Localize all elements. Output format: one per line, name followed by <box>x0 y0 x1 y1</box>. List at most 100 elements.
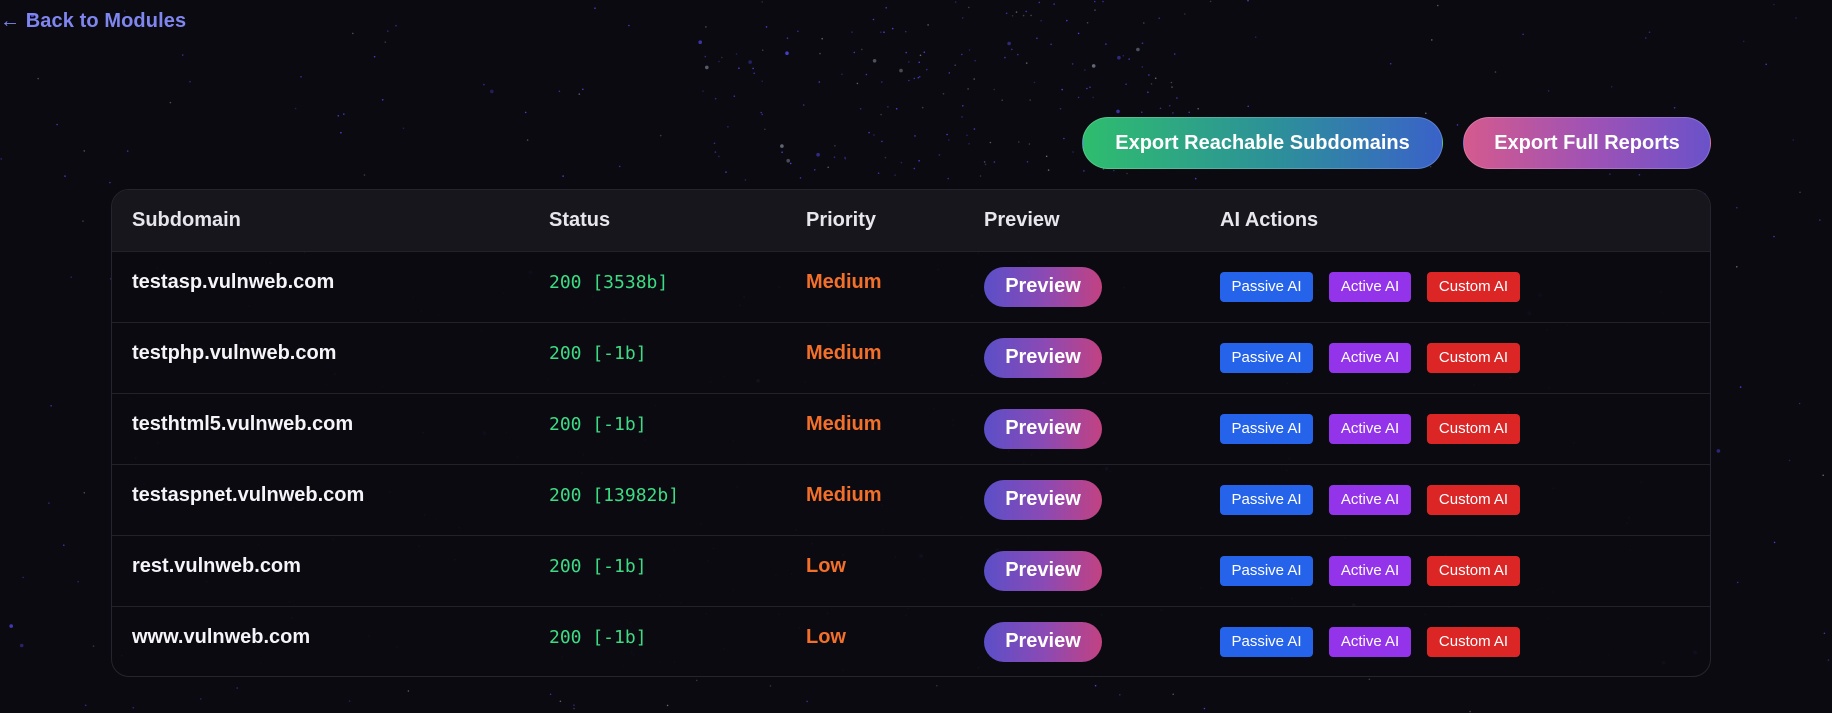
preview-button[interactable]: Preview <box>984 621 1102 662</box>
star-dot <box>704 55 707 58</box>
star-dot <box>859 108 862 110</box>
star-dot <box>70 276 72 279</box>
subdomain-name: testasp.vulnweb.com <box>132 271 335 293</box>
star-dot <box>1084 69 1086 71</box>
star-dot <box>814 169 816 171</box>
preview-button[interactable]: Preview <box>984 408 1102 449</box>
star-dot <box>881 81 883 83</box>
passive-ai-button[interactable]: Passive AI <box>1220 626 1313 657</box>
active-ai-button[interactable]: Active AI <box>1329 342 1411 373</box>
star-dot <box>56 123 58 126</box>
star-dot <box>1739 386 1742 388</box>
star-dot <box>77 580 79 583</box>
back-to-modules-link[interactable]: ← Back to Modules <box>0 10 186 33</box>
subdomain-table: Subdomain Status Priority Preview AI Act… <box>112 190 1710 676</box>
custom-ai-button[interactable]: Custom AI <box>1427 484 1520 515</box>
preview-button[interactable]: Preview <box>984 479 1102 520</box>
star-dot <box>908 79 910 82</box>
star-dot <box>1522 33 1524 36</box>
preview-button[interactable]: Preview <box>984 266 1102 307</box>
active-ai-button[interactable]: Active AI <box>1329 555 1411 586</box>
star-dot <box>22 576 24 579</box>
custom-ai-button[interactable]: Custom AI <box>1427 342 1520 373</box>
star-dot <box>618 165 621 168</box>
star-dot <box>1469 710 1471 713</box>
active-ai-button[interactable]: Active AI <box>1329 271 1411 302</box>
star-dot <box>1389 62 1392 65</box>
star-dot <box>1094 9 1096 11</box>
export-full-reports-button[interactable]: Export Full Reports <box>1463 117 1711 169</box>
cell-preview: Preview <box>964 322 1200 393</box>
star-dot <box>169 101 172 104</box>
active-ai-button[interactable]: Active AI <box>1329 413 1411 444</box>
star-dot <box>1094 684 1097 687</box>
star-dot <box>1494 71 1497 73</box>
preview-button[interactable]: Preview <box>984 337 1102 378</box>
priority-label: Medium <box>806 484 882 506</box>
star-dot <box>1018 141 1020 143</box>
star-dot <box>1119 694 1121 696</box>
star-dot <box>363 174 366 176</box>
star-dot <box>918 75 921 78</box>
star-dot <box>1171 86 1173 88</box>
star-dot <box>844 157 847 160</box>
star-dot <box>1017 53 1019 56</box>
star-dot <box>1022 14 1025 17</box>
star-dot <box>1141 66 1144 68</box>
star-dot <box>1673 107 1676 109</box>
star-dot <box>954 1 957 3</box>
star-dot <box>1168 104 1171 107</box>
export-reachable-subdomains-button[interactable]: Export Reachable Subdomains <box>1082 117 1443 169</box>
table-row: testaspnet.vulnweb.com 200 [13982b] Medium… <box>112 464 1710 535</box>
star-dot <box>752 67 754 70</box>
star-dot <box>9 624 13 628</box>
status-code: 200 [-1b] <box>549 556 647 577</box>
star-dot <box>1116 109 1120 114</box>
active-ai-button[interactable]: Active AI <box>1329 626 1411 657</box>
star-dot <box>917 76 920 79</box>
preview-button[interactable]: Preview <box>984 550 1102 591</box>
star-dot <box>1045 155 1048 158</box>
star-dot <box>1827 659 1830 661</box>
star-dot <box>1071 63 1074 65</box>
star-dot <box>936 684 938 687</box>
star-dot <box>695 679 698 682</box>
passive-ai-button[interactable]: Passive AI <box>1220 484 1313 515</box>
star-dot <box>1736 266 1738 268</box>
subdomain-name: testphp.vulnweb.com <box>132 342 337 364</box>
star-dot <box>1773 235 1775 238</box>
passive-ai-button[interactable]: Passive AI <box>1220 413 1313 444</box>
star-dot <box>132 706 135 709</box>
star-dot <box>698 40 702 44</box>
star-dot <box>1638 174 1641 176</box>
passive-ai-button[interactable]: Passive AI <box>1220 271 1313 302</box>
star-dot <box>1798 402 1801 405</box>
star-dot <box>1176 97 1178 99</box>
star-dot <box>1122 54 1125 57</box>
star-dot <box>786 158 790 163</box>
star-dot <box>1102 0 1104 3</box>
active-ai-button[interactable]: Active AI <box>1329 484 1411 515</box>
cell-preview: Preview <box>964 393 1200 464</box>
star-dot <box>979 175 982 177</box>
passive-ai-button[interactable]: Passive AI <box>1220 342 1313 373</box>
star-dot <box>923 51 926 53</box>
star-dot <box>913 167 916 170</box>
star-dot <box>1188 111 1190 114</box>
star-dot <box>1799 191 1801 194</box>
star-dot <box>899 68 903 73</box>
star-dot <box>905 51 907 54</box>
custom-ai-button[interactable]: Custom AI <box>1427 271 1520 302</box>
star-dot <box>109 181 111 184</box>
custom-ai-button[interactable]: Custom AI <box>1427 626 1520 657</box>
custom-ai-button[interactable]: Custom AI <box>1427 413 1520 444</box>
star-dot <box>1823 632 1826 635</box>
star-dot <box>853 51 856 54</box>
star-dot <box>1141 111 1143 113</box>
star-dot <box>1026 161 1029 163</box>
star-dot <box>1001 99 1003 101</box>
custom-ai-button[interactable]: Custom AI <box>1427 555 1520 586</box>
star-dot <box>48 502 50 504</box>
star-dot <box>895 108 898 110</box>
passive-ai-button[interactable]: Passive AI <box>1220 555 1313 586</box>
